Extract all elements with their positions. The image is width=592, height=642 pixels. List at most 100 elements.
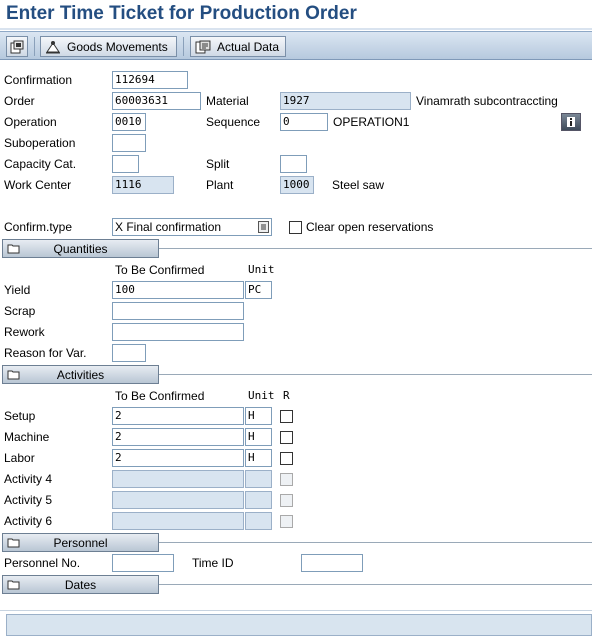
activities-col-unit: Unit <box>248 389 275 402</box>
activity-reduce-checkbox[interactable] <box>280 452 293 465</box>
confirmation-field[interactable]: 112694 <box>112 71 188 89</box>
activity-label: Setup <box>4 409 36 423</box>
operation-label: Operation <box>4 115 57 129</box>
activity-label: Machine <box>4 430 50 444</box>
activity-quantity-field[interactable]: 2 <box>112 428 244 446</box>
activity-quantity-field[interactable]: 2 <box>112 407 244 425</box>
material-label: Material <box>206 94 249 108</box>
folder-icon <box>7 538 20 548</box>
activity-quantity-field <box>112 470 244 488</box>
section-rule <box>159 542 592 543</box>
yield-unit-field[interactable]: PC <box>245 281 272 299</box>
section-rule <box>159 374 592 375</box>
rework-field[interactable] <box>112 323 244 341</box>
quantities-section-header[interactable]: Quantities <box>2 239 159 258</box>
activity-unit-field <box>245 512 272 530</box>
material-description: Vinamrath subcontraccting <box>416 94 558 108</box>
activities-col-r: R <box>283 389 290 402</box>
sequence-field[interactable]: 0 <box>280 113 328 131</box>
activity-label: Activity 6 <box>4 514 53 528</box>
activity-label: Activity 5 <box>4 493 53 507</box>
confirm-type-value: X Final confirmation <box>115 220 222 234</box>
activity-reduce-checkbox <box>280 494 293 507</box>
order-label: Order <box>4 94 35 108</box>
operation-description: OPERATION1 <box>333 115 410 129</box>
activity-reduce-checkbox <box>280 473 293 486</box>
personnel-section-header[interactable]: Personnel <box>2 533 159 552</box>
personnel-section-title: Personnel <box>53 535 108 550</box>
info-icon <box>567 117 575 127</box>
goods-movements-button[interactable]: Goods Movements <box>40 36 177 57</box>
reason-for-var-label: Reason for Var. <box>4 346 87 360</box>
material-field: 1927 <box>280 92 411 110</box>
confirm-type-label: Confirm.type <box>4 220 73 234</box>
personnel-no-label: Personnel No. <box>4 556 81 570</box>
display-change-button[interactable] <box>6 36 28 57</box>
split-label: Split <box>206 157 230 171</box>
dropdown-icon <box>258 221 269 233</box>
folder-icon <box>7 580 20 590</box>
section-rule <box>159 584 592 585</box>
activity-reduce-checkbox[interactable] <box>280 410 293 423</box>
actual-data-icon <box>195 40 211 53</box>
section-rule <box>159 248 592 249</box>
dates-section-header[interactable]: Dates <box>2 575 159 594</box>
personnel-no-field[interactable] <box>112 554 174 572</box>
activity-quantity-field <box>112 491 244 509</box>
work-center-label: Work Center <box>4 178 72 192</box>
clear-open-reservations-label: Clear open reservations <box>306 220 434 234</box>
activity-unit-field[interactable]: H <box>245 449 272 467</box>
title-divider <box>0 28 592 30</box>
application-toolbar: Goods Movements Actual Data <box>0 31 592 60</box>
sequence-label: Sequence <box>206 115 261 129</box>
operation-field[interactable]: 0010 <box>112 113 146 131</box>
activity-reduce-checkbox <box>280 515 293 528</box>
split-field[interactable] <box>280 155 307 173</box>
activity-label: Activity 4 <box>4 472 53 486</box>
suboperation-label: Suboperation <box>4 136 76 150</box>
activity-unit-field[interactable]: H <box>245 428 272 446</box>
plant-field: 1000 <box>280 176 314 194</box>
activity-quantity-field <box>112 512 244 530</box>
activity-unit-field <box>245 470 272 488</box>
capacity-cat-field[interactable] <box>112 155 139 173</box>
activities-col-to-be-confirmed: To Be Confirmed <box>115 389 205 403</box>
goods-movements-icon <box>46 40 60 53</box>
actual-data-button[interactable]: Actual Data <box>190 36 286 57</box>
toolbar-separator <box>34 37 35 56</box>
scrap-label: Scrap <box>4 304 36 318</box>
confirm-type-select[interactable]: X Final confirmation <box>112 218 272 236</box>
quantities-col-unit: Unit <box>248 263 275 276</box>
plant-label: Plant <box>206 178 234 192</box>
reason-for-var-field[interactable] <box>112 344 146 362</box>
suboperation-field[interactable] <box>112 134 146 152</box>
work-center-field: 1116 <box>112 176 174 194</box>
display-change-icon <box>10 40 24 53</box>
yield-field[interactable]: 100 <box>112 281 244 299</box>
order-field[interactable]: 60003631 <box>112 92 201 110</box>
toolbar-separator <box>183 37 184 56</box>
activity-unit-field[interactable]: H <box>245 407 272 425</box>
activities-section-title: Activities <box>56 367 105 382</box>
status-bar <box>6 614 592 636</box>
activity-reduce-checkbox[interactable] <box>280 431 293 444</box>
activity-label: Labor <box>4 451 35 465</box>
quantities-col-to-be-confirmed: To Be Confirmed <box>115 263 205 277</box>
activity-quantity-field[interactable]: 2 <box>112 449 244 467</box>
actual-data-label: Actual Data <box>216 39 279 54</box>
info-button[interactable] <box>561 113 581 131</box>
plant-description: Steel saw <box>332 178 385 192</box>
folder-icon <box>7 370 20 380</box>
quantities-section-title: Quantities <box>53 241 108 256</box>
activity-unit-field <box>245 491 272 509</box>
time-id-field[interactable] <box>301 554 363 572</box>
confirmation-label: Confirmation <box>4 73 73 87</box>
goods-movements-label: Goods Movements <box>67 39 168 54</box>
dates-section-title: Dates <box>64 577 97 592</box>
scrap-field[interactable] <box>112 302 244 320</box>
rework-label: Rework <box>4 325 45 339</box>
activities-section-header[interactable]: Activities <box>2 365 159 384</box>
yield-label: Yield <box>4 283 31 297</box>
folder-icon <box>7 244 20 254</box>
clear-open-reservations-checkbox[interactable] <box>289 221 302 234</box>
